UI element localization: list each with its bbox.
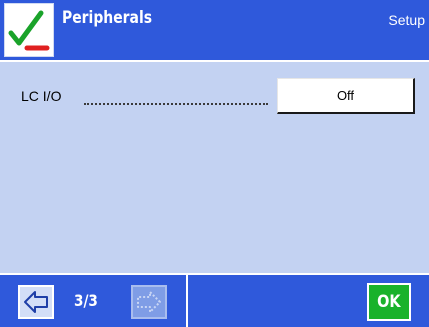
- arrow-right-icon: [137, 291, 161, 313]
- next-page-button: [131, 285, 167, 319]
- page-title: Peripherals: [62, 8, 153, 28]
- title-bar: Peripherals Setup: [0, 0, 429, 62]
- footer-bar: 3/3 OK: [0, 273, 429, 327]
- setting-label: LC I/O: [21, 88, 62, 104]
- leader-dots: [84, 103, 268, 105]
- settings-list: LC I/O Off: [0, 62, 429, 273]
- setting-row-lc-io: LC I/O Off: [0, 62, 429, 122]
- arrow-left-icon: [24, 291, 48, 313]
- ok-button-label: OK: [377, 292, 401, 312]
- previous-page-button[interactable]: [18, 285, 54, 319]
- ok-button[interactable]: OK: [367, 283, 411, 321]
- page-indicator: 3/3: [74, 291, 98, 310]
- checkmark-minus-icon: [4, 3, 54, 57]
- mode-label: Setup: [388, 12, 425, 28]
- footer-divider: [186, 275, 188, 327]
- balance-display: Peripherals Setup LC I/O Off 3/3 OK: [0, 0, 429, 327]
- lc-io-value-button[interactable]: Off: [277, 78, 415, 114]
